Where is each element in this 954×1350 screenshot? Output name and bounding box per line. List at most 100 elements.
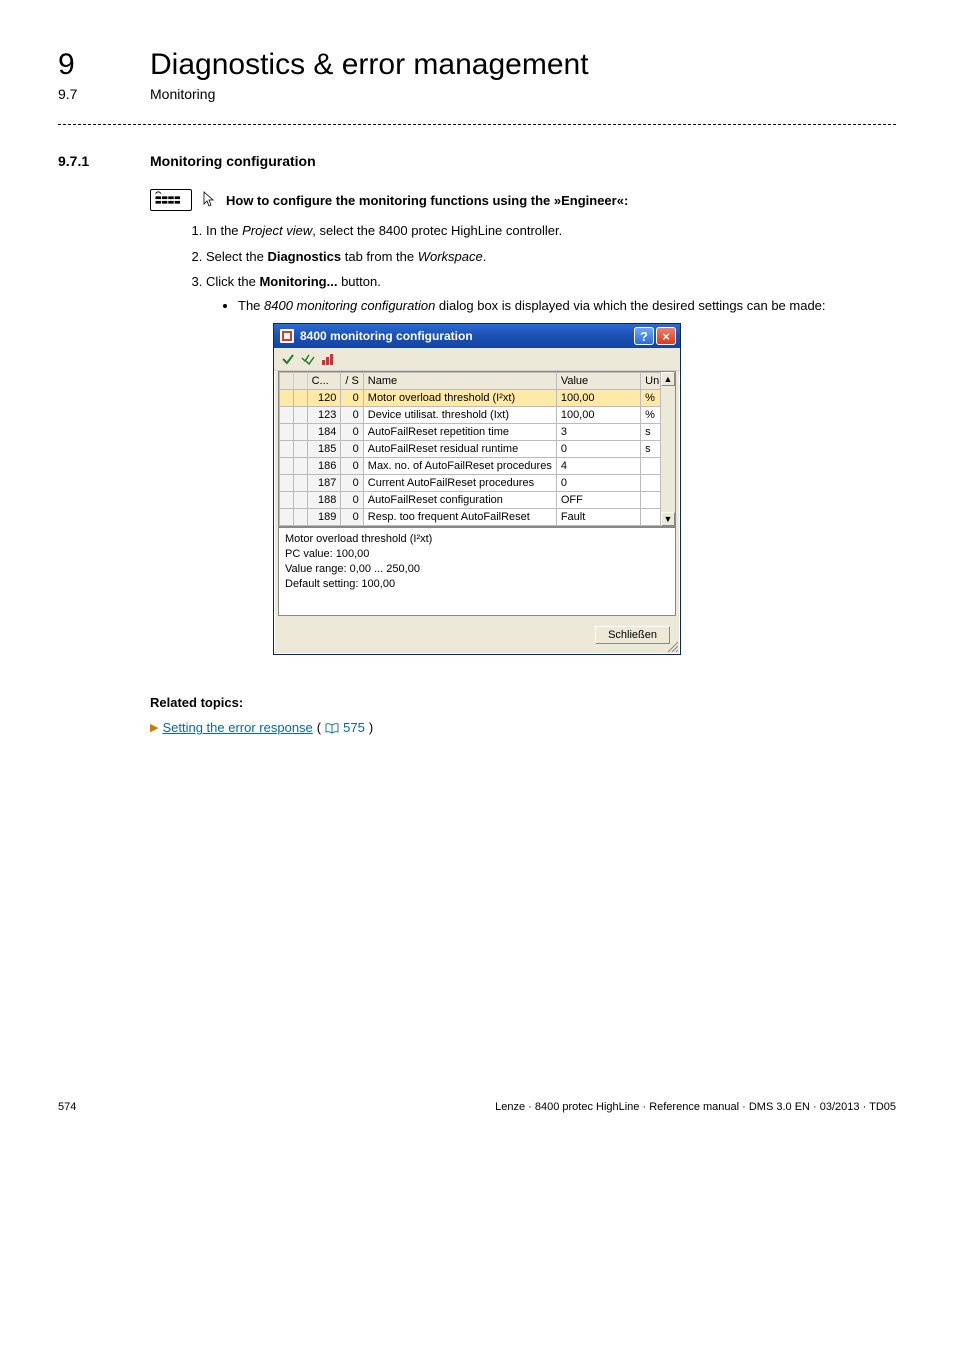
flag-cell [293,390,307,407]
subsection-title: Monitoring configuration [150,153,316,169]
table-row[interactable]: 1860Max. no. of AutoFailReset procedures… [280,458,675,475]
col-s[interactable]: / S [341,373,363,390]
table-row[interactable]: 1840AutoFailReset repetition time3s [280,424,675,441]
cell-c: 184 [307,424,341,441]
cursor-icon [202,191,216,209]
controller-icon [150,189,192,211]
cell-value[interactable]: OFF [556,492,640,509]
section-title: Monitoring [150,86,215,102]
chart-icon[interactable] [320,351,336,367]
cell-s: 0 [341,509,363,526]
step-1-pre: In the [206,223,242,238]
scroll-track[interactable] [661,386,675,512]
table-row[interactable]: 1870Current AutoFailReset procedures0 [280,475,675,492]
step-2-bold: Diagnostics [267,249,341,264]
desc-line-3: Value range: 0,00 ... 250,00 [285,562,669,577]
col-c[interactable]: C... [307,373,341,390]
app-icon [280,329,294,343]
step-3b-italic: 8400 monitoring configuration [264,298,435,313]
step-2-pre: Select the [206,249,267,264]
cell-name: AutoFailReset residual runtime [363,441,556,458]
cell-value[interactable]: 4 [556,458,640,475]
flag-cell [293,424,307,441]
cell-c: 123 [307,407,341,424]
page-number: 574 [58,1101,76,1113]
chapter-title: Diagnostics & error management [150,48,589,82]
scrollbar[interactable]: ▲ ▼ [660,372,675,526]
cell-c: 120 [307,390,341,407]
cell-s: 0 [341,390,363,407]
step-1: In the Project view, select the 8400 pro… [206,221,896,241]
dialog-close-button[interactable]: Schließen [595,626,670,644]
triangle-icon: ▶ [150,721,158,734]
related-link[interactable]: Setting the error response [162,720,312,735]
flag-cell [280,509,294,526]
col-name[interactable]: Name [363,373,556,390]
scroll-up-button[interactable]: ▲ [661,372,675,386]
flag-cell [280,424,294,441]
step-3b-post: dialog box is displayed via which the de… [435,298,825,313]
step-3b-pre: The [238,298,264,313]
step-3-bullet: The 8400 monitoring configuration dialog… [238,296,896,316]
resize-grip-icon[interactable] [666,640,678,652]
cell-s: 0 [341,441,363,458]
table-row[interactable]: 1230Device utilisat. threshold (Ixt)100,… [280,407,675,424]
col-value[interactable]: Value [556,373,640,390]
step-3-post: button. [337,274,380,289]
flag-cell [280,441,294,458]
description-box: Motor overload threshold (I²xt) PC value… [278,527,676,616]
cell-name: AutoFailReset configuration [363,492,556,509]
subsection-number: 9.7.1 [58,153,102,169]
step-1-italic: Project view [242,223,312,238]
cell-s: 0 [341,424,363,441]
cell-c: 189 [307,509,341,526]
table-row[interactable]: 1880AutoFailReset configurationOFF [280,492,675,509]
cell-s: 0 [341,407,363,424]
flag-cell [293,475,307,492]
cell-name: Resp. too frequent AutoFailReset [363,509,556,526]
cell-value[interactable]: 100,00 [556,407,640,424]
flag-cell [280,492,294,509]
step-2-italic: Workspace [418,249,483,264]
cell-value[interactable]: Fault [556,509,640,526]
cell-value[interactable]: 3 [556,424,640,441]
col-flag[interactable] [280,373,294,390]
accept-all-icon[interactable] [300,351,316,367]
cell-s: 0 [341,492,363,509]
flag-cell [293,407,307,424]
flag-cell [280,458,294,475]
step-2: Select the Diagnostics tab from the Work… [206,247,896,267]
col-flag2[interactable] [293,373,307,390]
cell-name: Device utilisat. threshold (Ixt) [363,407,556,424]
page-ref-number: 575 [343,720,365,735]
cell-value[interactable]: 0 [556,475,640,492]
step-2-mid: tab from the [341,249,418,264]
cell-s: 0 [341,475,363,492]
flag-cell [293,441,307,458]
page-ref-close: ) [369,720,373,735]
flag-cell [280,407,294,424]
table-row[interactable]: 1890Resp. too frequent AutoFailResetFaul… [280,509,675,526]
cell-value[interactable]: 100,00 [556,390,640,407]
cell-c: 188 [307,492,341,509]
scroll-down-button[interactable]: ▼ [661,512,675,526]
dialog-titlebar[interactable]: 8400 monitoring configuration ? × [274,324,680,348]
cell-c: 187 [307,475,341,492]
step-3-pre: Click the [206,274,259,289]
flag-cell [293,492,307,509]
cell-name: AutoFailReset repetition time [363,424,556,441]
cell-name: Current AutoFailReset procedures [363,475,556,492]
cell-value[interactable]: 0 [556,441,640,458]
desc-line-4: Default setting: 100,00 [285,577,669,592]
dialog-toolbar [274,348,680,371]
table-row[interactable]: 1850AutoFailReset residual runtime0s [280,441,675,458]
parameter-grid[interactable]: C... / S Name Value Unit 1200Motor overl… [278,371,676,527]
flag-cell [280,390,294,407]
help-button[interactable]: ? [634,327,654,345]
cell-name: Max. no. of AutoFailReset procedures [363,458,556,475]
table-row[interactable]: 1200Motor overload threshold (I²xt)100,0… [280,390,675,407]
close-button[interactable]: × [656,327,676,345]
flag-cell [293,458,307,475]
accept-icon[interactable] [280,351,296,367]
step-2-post: . [483,249,487,264]
